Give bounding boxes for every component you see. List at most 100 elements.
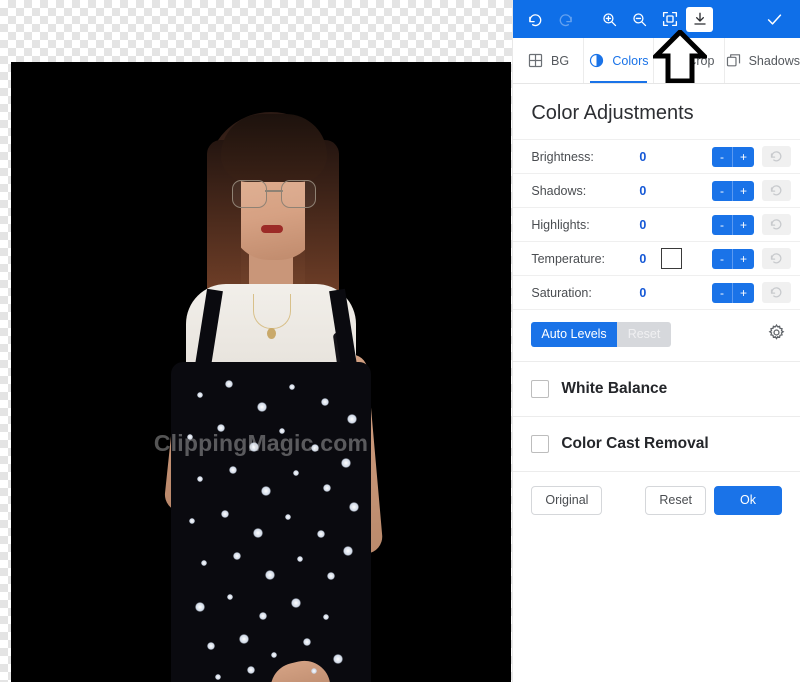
tab-crop[interactable]: Crop xyxy=(654,38,724,83)
adjustment-value-temperature: 0 xyxy=(639,252,661,266)
floral-dot xyxy=(265,570,275,580)
floral-dot xyxy=(217,424,225,432)
adjustment-label-highlights: Highlights: xyxy=(531,218,639,232)
decrease-highlights-button[interactable]: - xyxy=(712,215,733,235)
tool-tabs: BG Colors Crop xyxy=(513,38,800,84)
tab-colors[interactable]: Colors xyxy=(584,38,654,83)
adjustment-value-brightness: 0 xyxy=(639,150,661,164)
floral-dot xyxy=(221,510,229,518)
ok-button[interactable]: Ok xyxy=(714,486,782,515)
adjustment-label-saturation: Saturation: xyxy=(531,286,639,300)
adjustment-row-shadows: Shadows:0 -+ xyxy=(513,173,800,207)
hair-front xyxy=(221,114,327,182)
gear-icon[interactable] xyxy=(767,323,786,347)
zoom-out-icon[interactable] xyxy=(626,7,653,32)
floral-dot xyxy=(247,666,255,674)
fit-screen-icon[interactable] xyxy=(656,7,683,32)
reset-button[interactable]: Reset xyxy=(645,486,706,515)
glasses-icon xyxy=(232,180,316,206)
image-editor-window: ClippingMagic.com xyxy=(0,0,800,682)
adjustment-row-saturation: Saturation:0-+ xyxy=(513,275,800,310)
increase-highlights-button[interactable]: + xyxy=(733,215,754,235)
white-balance-checkbox[interactable] xyxy=(531,380,549,398)
floral-dot xyxy=(259,612,267,620)
stepper-brightness: -+ xyxy=(712,147,754,167)
adjustment-label-brightness: Brightness: xyxy=(531,150,639,164)
layers-icon xyxy=(725,52,742,69)
contrast-icon xyxy=(588,52,605,69)
crop-icon xyxy=(663,52,680,69)
tab-colors-label: Colors xyxy=(612,54,648,68)
subject-photo[interactable]: ClippingMagic.com xyxy=(11,62,511,682)
original-button[interactable]: Original xyxy=(531,486,602,515)
floral-dot xyxy=(291,598,301,608)
temperature-color-swatch[interactable] xyxy=(661,248,682,269)
floral-dot xyxy=(187,434,193,440)
adjustment-label-shadows: Shadows: xyxy=(531,184,639,198)
tab-bg[interactable]: BG xyxy=(513,38,583,83)
increase-shadows-button[interactable]: + xyxy=(733,181,754,201)
stepper-temperature: -+ xyxy=(712,249,754,269)
zoom-in-icon[interactable] xyxy=(596,7,623,32)
increase-saturation-button[interactable]: + xyxy=(733,283,754,303)
tab-bg-label: BG xyxy=(551,54,569,68)
panel-footer: Original Reset Ok xyxy=(513,472,800,515)
floral-dot xyxy=(225,380,233,388)
floral-dot xyxy=(341,458,351,468)
floral-dot xyxy=(253,528,263,538)
lens-left xyxy=(232,180,267,208)
download-icon[interactable] xyxy=(686,7,713,32)
white-balance-row[interactable]: White Balance xyxy=(513,362,800,417)
adjustment-row-temperature: Temperature:0 -+ xyxy=(513,241,800,275)
adjustment-label-temperature: Temperature: xyxy=(531,252,639,266)
floral-dot xyxy=(321,398,329,406)
floral-dot xyxy=(261,486,271,496)
floral-dot xyxy=(229,466,237,474)
floral-dot xyxy=(227,594,233,600)
floral-dot xyxy=(317,530,325,538)
increase-temperature-button[interactable]: + xyxy=(733,249,754,269)
tab-crop-label: Crop xyxy=(687,54,714,68)
floral-dot xyxy=(323,614,329,620)
floral-dot xyxy=(189,518,195,524)
floral-dot xyxy=(311,668,317,674)
floral-dot xyxy=(215,674,221,680)
floral-dot xyxy=(197,476,203,482)
floral-dot xyxy=(311,444,319,452)
floral-dot xyxy=(333,654,343,664)
lens-right xyxy=(281,180,316,208)
floral-dot xyxy=(195,602,205,612)
adjustment-value-shadows: 0 xyxy=(639,184,661,198)
floral-dot xyxy=(285,514,291,520)
subject-illustration xyxy=(11,62,511,682)
decrease-brightness-button[interactable]: - xyxy=(712,147,733,167)
auto-levels-button[interactable]: Auto Levels xyxy=(531,322,616,347)
decrease-temperature-button[interactable]: - xyxy=(712,249,733,269)
increase-brightness-button[interactable]: + xyxy=(733,147,754,167)
confirm-check-icon[interactable] xyxy=(761,7,788,32)
necklace xyxy=(253,294,291,329)
floral-dot xyxy=(239,634,249,644)
decrease-shadows-button[interactable]: - xyxy=(712,181,733,201)
adjustment-row-highlights: Highlights:0-+ xyxy=(513,207,800,241)
tab-shadows[interactable]: Shadows xyxy=(725,38,800,83)
redo-icon xyxy=(552,7,579,32)
stepper-highlights: -+ xyxy=(712,215,754,235)
stepper-shadows: -+ xyxy=(712,181,754,201)
top-toolbar xyxy=(513,0,800,38)
floral-dot xyxy=(197,392,203,398)
undo-icon[interactable] xyxy=(522,7,549,32)
canvas-area[interactable]: ClippingMagic.com xyxy=(0,0,512,682)
grid-icon xyxy=(527,52,544,69)
color-cast-removal-checkbox[interactable] xyxy=(531,435,549,453)
lips xyxy=(261,225,283,233)
white-balance-label: White Balance xyxy=(561,380,667,398)
decrease-saturation-button[interactable]: - xyxy=(712,283,733,303)
floral-dot xyxy=(327,572,335,580)
floral-dot xyxy=(349,502,359,512)
floral-dot xyxy=(257,402,267,412)
color-cast-removal-row[interactable]: Color Cast Removal xyxy=(513,417,800,472)
reset-saturation-icon xyxy=(762,282,791,303)
tab-shadows-label: Shadows xyxy=(749,54,800,68)
floral-dot xyxy=(201,560,207,566)
